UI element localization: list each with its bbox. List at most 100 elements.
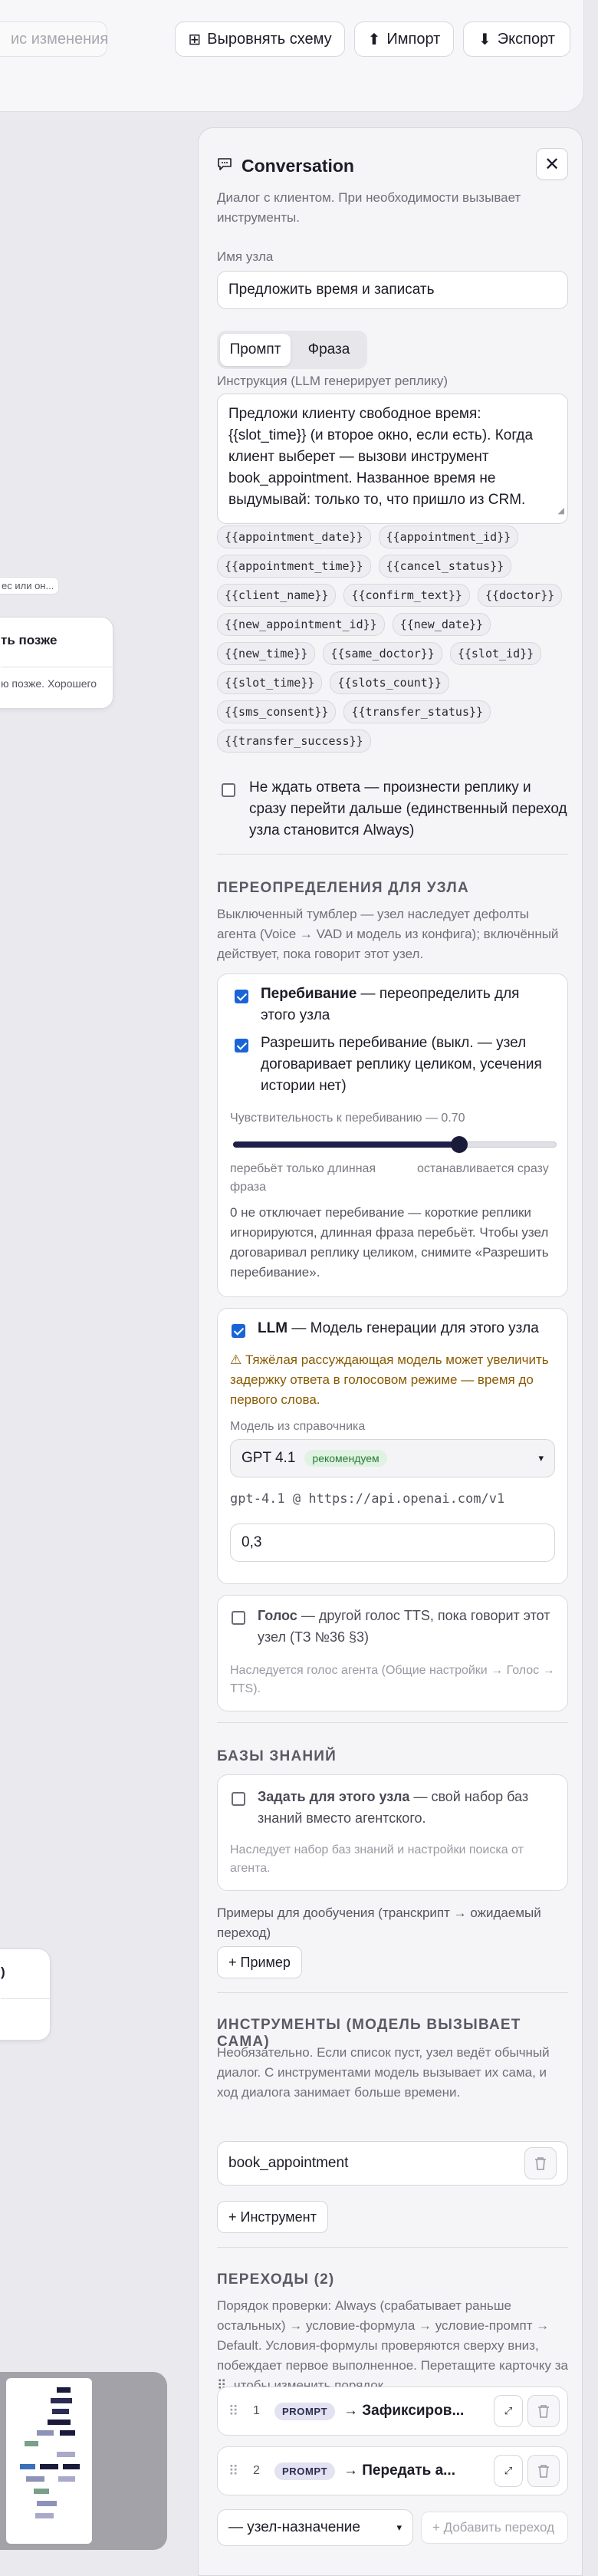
variable-chip[interactable]: {{transfer_success}} (217, 730, 371, 753)
tools-description: Необязательно. Если список пуст, узел ве… (217, 2045, 550, 2100)
align-scheme-button[interactable]: ⊞ Выровнять схему (175, 21, 345, 57)
llm-rest: — Модель генерации для этого узла (288, 1320, 539, 1336)
target-node-select[interactable]: — узел-назначение ▾ (217, 2509, 413, 2546)
transition-target: → Зафиксиров... (343, 2403, 465, 2419)
top-toolbar: ис изменения ⊞ Выровнять схему ⬆ Импорт … (0, 0, 584, 112)
divider (217, 1722, 568, 1723)
drag-handle-icon[interactable]: ⠿ (228, 2463, 238, 2479)
divider (217, 2247, 568, 2248)
chevron-down-icon: ▾ (396, 2522, 402, 2533)
minimap-node (57, 2387, 71, 2393)
transition-target: → Передать а... (343, 2462, 455, 2479)
variable-chip[interactable]: {{sms_consent}} (217, 700, 337, 723)
minimap-node (35, 2513, 54, 2518)
variable-chip[interactable]: {{appointment_date}} (217, 525, 371, 548)
model-endpoint: gpt-4.1 @ https://api.openai.com/v1 (230, 1491, 505, 1507)
voice-override-checkbox[interactable] (232, 1611, 245, 1625)
transition-number: 1 (253, 2404, 260, 2417)
mode-switch: Промпт Фраза (217, 331, 367, 369)
canvas-minimap[interactable] (0, 2372, 167, 2550)
trash-icon (538, 2405, 549, 2418)
transition-row[interactable]: ⠿ 2 PROMPT → Передать а... ⤢ (217, 2446, 568, 2495)
variable-chip[interactable]: {{new_time}} (217, 642, 316, 665)
chevron-down-icon: ▾ (538, 1452, 544, 1464)
expand-icon: ⤢ (504, 2465, 513, 2476)
flow-node-bottom[interactable]: ) (0, 1948, 51, 2041)
variable-chip[interactable]: {{same_doctor}} (323, 642, 442, 665)
minimap-node (51, 2398, 72, 2403)
expand-transition-button[interactable]: ⤢ (494, 2455, 523, 2487)
minimap-node (57, 2452, 75, 2457)
expand-transition-button[interactable]: ⤢ (494, 2395, 523, 2427)
flow-canvas[interactable]: ес или он... ть позже ю позже. Хорошего … (0, 127, 184, 2576)
delete-tool-button[interactable] (524, 2147, 557, 2179)
variable-chip[interactable]: {{doctor}} (477, 584, 563, 607)
arrow-up-icon: ⬆ (367, 31, 381, 48)
add-transition-button[interactable]: + Добавить переход (421, 2512, 568, 2544)
expand-icon: ⤢ (504, 2405, 513, 2416)
node-divider (1, 1998, 51, 1999)
tab-prompt[interactable]: Промпт (220, 334, 291, 366)
variable-chip[interactable]: {{confirm_text}} (343, 584, 470, 607)
interrupt-override-checkbox[interactable] (235, 990, 248, 1003)
transition-row[interactable]: ⠿ 1 PROMPT → Зафиксиров... ⤢ (217, 2387, 568, 2436)
variable-chip[interactable]: {{appointment_id}} (378, 525, 519, 548)
tab-phrase[interactable]: Фраза (294, 334, 364, 366)
minimap-node (37, 2501, 57, 2506)
transitions-description: Порядок проверки: Always (срабатывает ра… (217, 2298, 568, 2393)
minimap-node (25, 2441, 38, 2446)
target-node-placeholder: — узел-назначение (228, 2519, 360, 2535)
interrupt-override-label: Перебивание — переопределить для этого у… (261, 983, 552, 1026)
variable-chip[interactable]: {{appointment_time}} (217, 555, 371, 578)
variable-chip[interactable]: {{transfer_status}} (343, 700, 491, 723)
variable-chip[interactable]: {{cancel_status}} (378, 555, 512, 578)
voice-card: Голос — другой голос TTS, пока говорит э… (217, 1595, 568, 1711)
sensitivity-slider-handle[interactable] (451, 1136, 468, 1153)
knowledge-bold: Задать для этого узла (258, 1789, 410, 1804)
knowledge-card: Задать для этого узла — свой набор баз з… (217, 1774, 568, 1891)
node-name-value: Предложить время и записать (228, 282, 435, 298)
import-label: Импорт (386, 30, 441, 48)
instruction-textarea[interactable]: Предложи клиенту свободное время: {{slot… (217, 394, 568, 524)
interrupt-card: Перебивание — переопределить для этого у… (217, 973, 568, 1297)
chat-bubble-icon (218, 158, 232, 170)
no-wait-checkbox[interactable] (222, 783, 235, 797)
allow-interrupt-checkbox[interactable] (235, 1039, 248, 1052)
export-button[interactable]: ⬇ Экспорт (463, 21, 570, 57)
flow-node-later[interactable]: ть позже ю позже. Хорошего (0, 617, 114, 709)
panel-header: Conversation ✕ (217, 148, 568, 182)
variable-chip[interactable]: {{slot_time}} (217, 671, 323, 694)
llm-override-checkbox[interactable] (232, 1324, 245, 1338)
slider-right-caption: останавливается сразу (417, 1162, 549, 1175)
instruction-label: Инструкция (LLM генерирует реплику) (217, 374, 449, 388)
add-tool-button[interactable]: + Инструмент (217, 2201, 328, 2233)
variable-chip[interactable]: {{client_name}} (217, 584, 337, 607)
variable-chip[interactable]: {{new_appointment_id}} (217, 613, 385, 636)
recommended-badge: рекомендуем (304, 1450, 387, 1467)
knowledge-override-checkbox[interactable] (232, 1792, 245, 1806)
model-select[interactable]: GPT 4.1 рекомендуем ▾ (230, 1439, 555, 1477)
close-panel-button[interactable]: ✕ (536, 148, 568, 180)
minimap-viewport[interactable] (6, 2378, 92, 2544)
resize-handle-icon[interactable]: ◢ (558, 500, 564, 522)
delete-transition-button[interactable] (527, 2395, 560, 2427)
import-button[interactable]: ⬆ Импорт (354, 21, 454, 57)
knowledge-note: Наследует набор баз знаний и настройки п… (230, 1843, 524, 1875)
node-settings-panel: Conversation ✕ Диалог с клиентом. При не… (198, 127, 583, 2576)
delete-transition-button[interactable] (527, 2455, 560, 2487)
variable-chip[interactable]: {{slots_count}} (330, 671, 449, 694)
tool-row[interactable]: book_appointment (217, 2141, 568, 2186)
drag-handle-icon[interactable]: ⠿ (228, 2403, 238, 2420)
temperature-input[interactable]: 0,3 (230, 1524, 555, 1562)
node-name-input[interactable]: Предложить время и записать (217, 271, 568, 309)
temperature-value: 0,3 (242, 1534, 262, 1550)
variable-chip[interactable]: {{slot_id}} (449, 642, 542, 665)
variable-chip[interactable]: {{new_date}} (392, 613, 491, 636)
node-later-text: ю позже. Хорошего (1, 677, 97, 690)
voice-override-label: Голос — другой голос TTS, пока говорит э… (258, 1605, 557, 1648)
knowledge-override-label: Задать для этого узла — свой набор баз з… (258, 1786, 557, 1829)
model-label: Модель из справочника (230, 1420, 366, 1433)
add-example-button[interactable]: + Пример (217, 1946, 302, 1978)
save-changes-button[interactable]: ис изменения (0, 21, 108, 57)
canvas-snippet[interactable]: ес или он... (0, 577, 60, 595)
